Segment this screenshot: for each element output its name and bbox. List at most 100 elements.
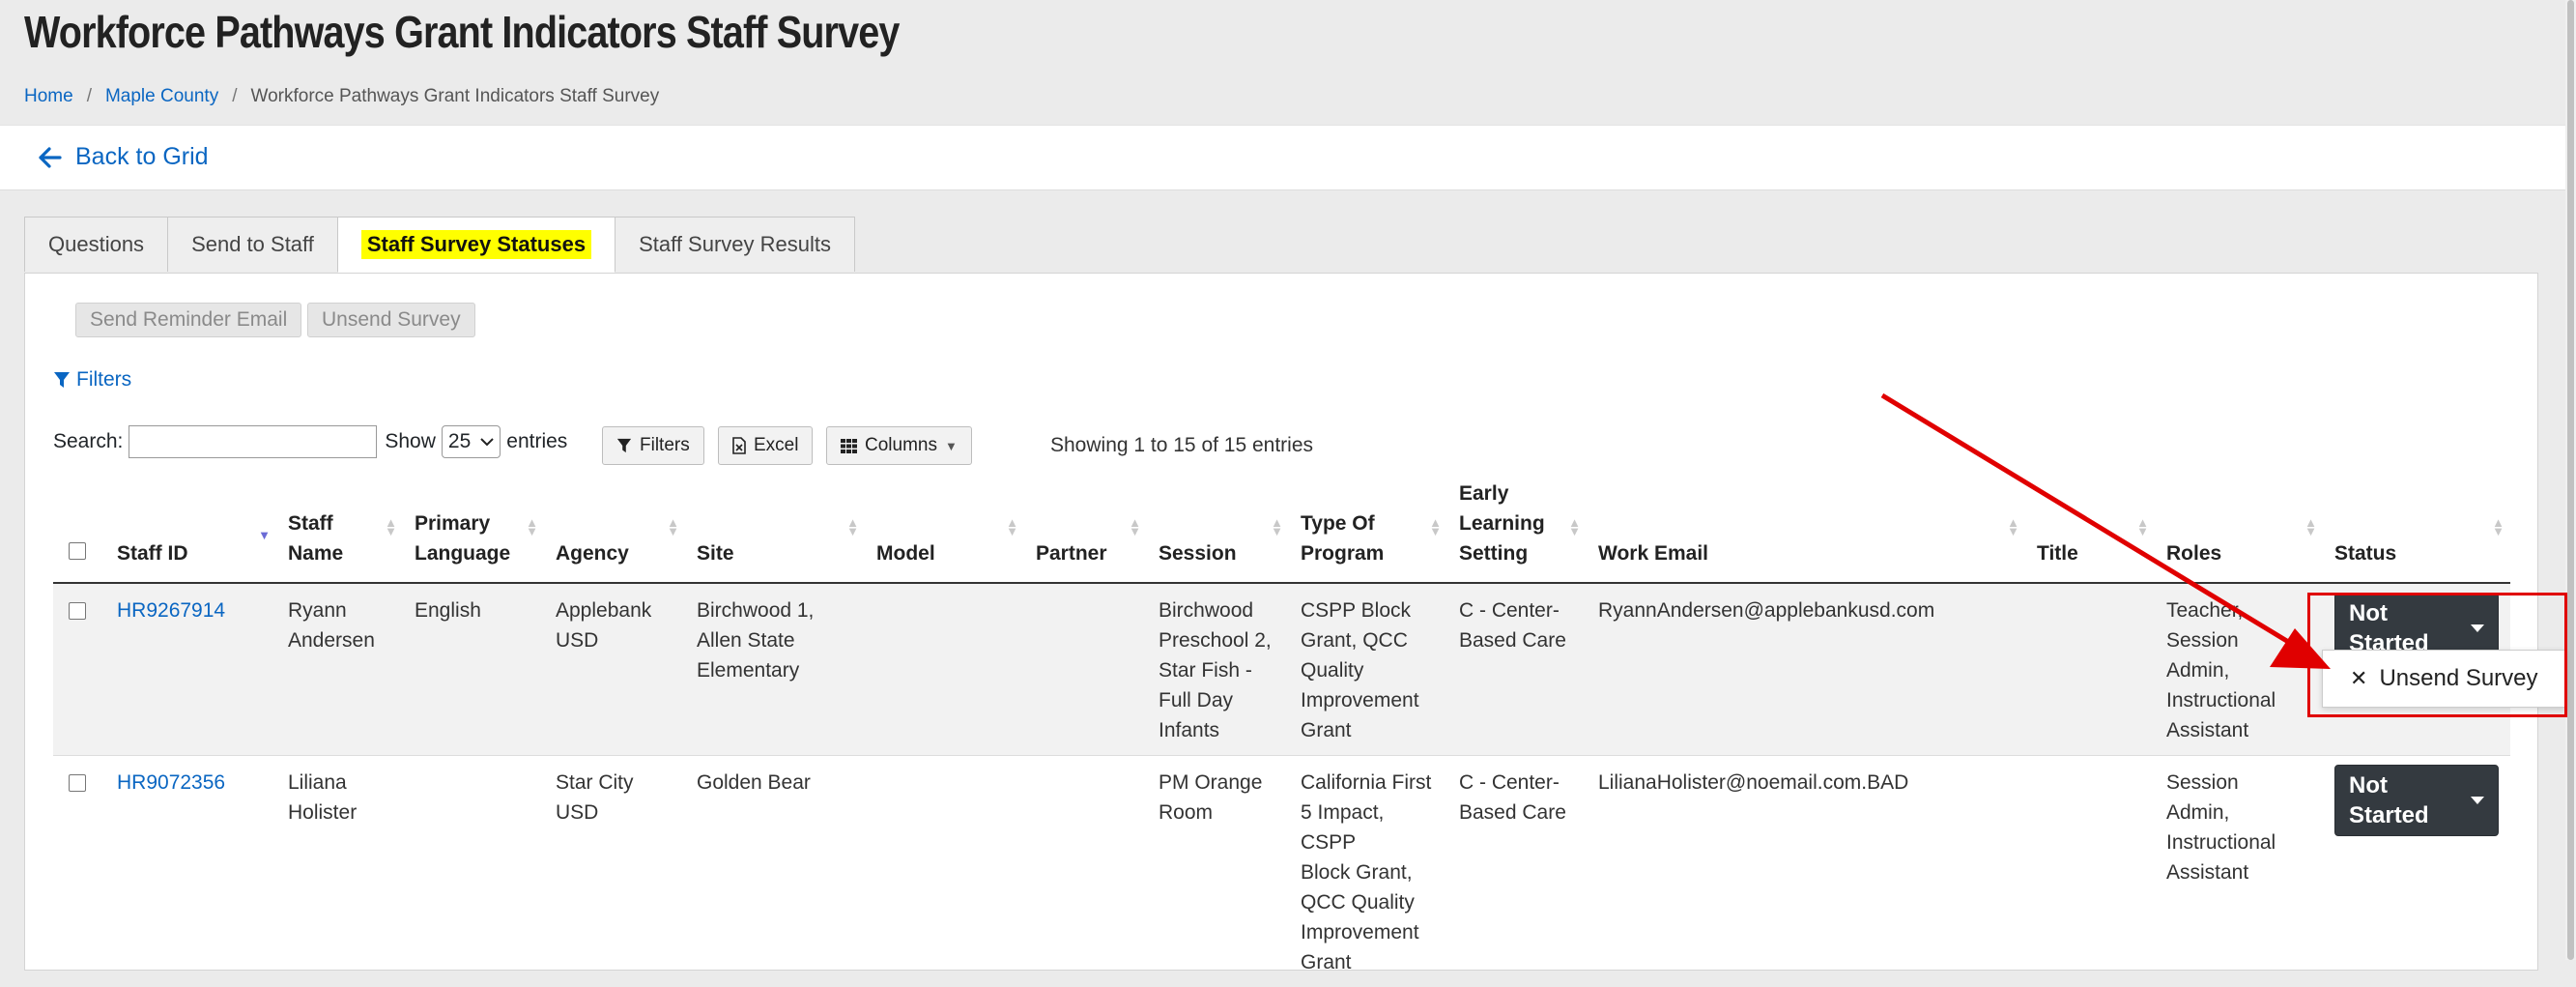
excel-file-icon [732, 437, 746, 454]
sort-icon: ▲▼ [1129, 518, 1141, 536]
site-line: Allen State [697, 629, 795, 652]
col-type-of-program-label-2: Program [1301, 542, 1384, 565]
col-site[interactable]: Site▲▼ [685, 479, 865, 583]
select-all-checkbox[interactable] [69, 542, 86, 560]
tab-send-to-staff-label: Send to Staff [191, 232, 314, 257]
cell-partner [1024, 583, 1147, 756]
columns-button-label: Columns [865, 435, 937, 456]
tab-staff-survey-results[interactable]: Staff Survey Results [615, 217, 855, 272]
table-header-row: Staff ID▼ StaffName▲▼ PrimaryLanguage▲▼ … [53, 479, 2510, 583]
sort-asc-icon: ▼ [258, 531, 271, 539]
col-title-label: Title [2037, 542, 2078, 565]
tab-send-to-staff[interactable]: Send to Staff [167, 217, 338, 272]
col-staff-name-label-1: Staff [288, 512, 333, 535]
col-staff-id[interactable]: Staff ID▼ [105, 479, 276, 583]
agency-line: USD [556, 801, 598, 824]
chevron-down-icon [480, 437, 494, 447]
col-staff-name[interactable]: StaffName▲▼ [276, 479, 403, 583]
entries-select[interactable]: 25 [442, 425, 501, 458]
row-checkbox[interactable] [69, 602, 86, 620]
cell-model [865, 756, 1024, 987]
cell-session: PM OrangeRoom [1147, 756, 1289, 987]
roles-line: Session [2166, 629, 2239, 652]
col-roles[interactable]: Roles▲▼ [2155, 479, 2323, 583]
staff-id-link[interactable]: HR9267914 [117, 599, 225, 622]
program-line: 5 Impact, CSPP [1301, 801, 1384, 854]
program-line: Grant, QCC [1301, 629, 1408, 652]
col-early-learning-label-3: Setting [1459, 542, 1528, 565]
sort-icon: ▲▼ [1006, 518, 1018, 536]
setting-line: C - Center- [1459, 771, 1560, 794]
tab-questions-label: Questions [48, 232, 144, 257]
cell-type-of-program: CSPP BlockGrant, QCCQualityImprovementGr… [1289, 583, 1447, 756]
select-all-header [53, 479, 105, 583]
tab-questions[interactable]: Questions [24, 217, 168, 272]
excel-button[interactable]: Excel [718, 426, 813, 465]
caret-down-icon: ▼ [945, 439, 958, 453]
agency-line: USD [556, 629, 598, 652]
setting-line: C - Center- [1459, 599, 1560, 622]
row-select-cell [53, 756, 105, 987]
page-scrollbar[interactable] [2565, 0, 2576, 960]
filters-toggle-label: Filters [76, 368, 131, 392]
columns-grid-icon [841, 439, 857, 453]
col-agency[interactable]: Agency▲▼ [544, 479, 685, 583]
col-model[interactable]: Model ▲▼ [865, 479, 1024, 583]
col-session[interactable]: Session ▲▼ [1147, 479, 1289, 583]
cell-session: BirchwoodPreschool 2,Star Fish -Full Day… [1147, 583, 1289, 756]
table-controls: Search: Show 25 entries [53, 425, 567, 458]
col-work-email[interactable]: Work Email▲▼ [1587, 479, 2025, 583]
scrollbar-thumb[interactable] [2567, 0, 2574, 960]
col-type-of-program[interactable]: Type OfProgram▲▼ [1289, 479, 1447, 583]
tab-staff-survey-statuses[interactable]: Staff Survey Statuses [337, 217, 615, 273]
search-label: Search: [53, 430, 123, 453]
columns-button[interactable]: Columns ▼ [826, 426, 972, 465]
cell-status: Not Started [2323, 756, 2510, 987]
agency-line: Star City [556, 771, 634, 794]
roles-line: Assistant [2166, 861, 2248, 884]
site-line: Golden Bear [697, 771, 811, 794]
col-primary-language-label-1: Primary [415, 512, 490, 535]
site-line: Birchwood 1, [697, 599, 814, 622]
send-reminder-email-button[interactable]: Send Reminder Email [75, 303, 301, 337]
cell-agency: Star City USD [544, 756, 685, 987]
col-partner[interactable]: Partner▲▼ [1024, 479, 1147, 583]
setting-line: Based Care [1459, 801, 1566, 824]
col-title[interactable]: Title▲▼ [2025, 479, 2155, 583]
cell-title [2025, 583, 2155, 756]
unsend-survey-button[interactable]: Unsend Survey [307, 303, 475, 337]
sort-icon: ▲▼ [1271, 518, 1283, 536]
name-line: Andersen [288, 629, 375, 652]
excel-button-label: Excel [754, 435, 798, 456]
row-checkbox[interactable] [69, 774, 86, 792]
program-line: Quality [1301, 659, 1363, 682]
col-status[interactable]: Status▲▼ [2323, 479, 2510, 583]
program-line: QCC Quality [1301, 891, 1415, 914]
filters-button[interactable]: Filters [602, 426, 704, 465]
status-dropdown-button[interactable]: Not Started [2334, 765, 2499, 836]
arrow-left-icon [39, 147, 62, 168]
staff-id-link[interactable]: HR9072356 [117, 771, 225, 794]
cell-primary-language: English [403, 583, 544, 756]
cell-roles: Teacher,SessionAdmin,InstructionalAssist… [2155, 583, 2323, 756]
cell-primary-language [403, 756, 544, 987]
tab-staff-survey-statuses-label: Staff Survey Statuses [361, 230, 591, 259]
back-bar: Back to Grid [0, 125, 2565, 190]
table-row: HR9072356 LilianaHolister Star CityUSD G… [53, 756, 2510, 987]
col-session-label: Session [1159, 542, 1237, 565]
col-model-label: Model [876, 542, 935, 565]
breadcrumb-home[interactable]: Home [24, 86, 73, 106]
search-input[interactable] [129, 425, 377, 458]
col-primary-language[interactable]: PrimaryLanguage▲▼ [403, 479, 544, 583]
program-line: California First [1301, 771, 1431, 794]
filters-toggle-link[interactable]: Filters [53, 368, 131, 392]
filter-icon [53, 371, 71, 389]
sort-icon: ▲▼ [2492, 518, 2504, 536]
back-to-grid-link[interactable]: Back to Grid [39, 143, 209, 171]
breadcrumb-county[interactable]: Maple County [105, 86, 218, 106]
col-primary-language-label-2: Language [415, 542, 510, 565]
roles-line: Teacher, [2166, 599, 2243, 622]
col-early-learning-setting[interactable]: EarlyLearningSetting▲▼ [1447, 479, 1587, 583]
entries-info: Showing 1 to 15 of 15 entries [1050, 434, 1313, 457]
site-line: Elementary [697, 659, 799, 682]
